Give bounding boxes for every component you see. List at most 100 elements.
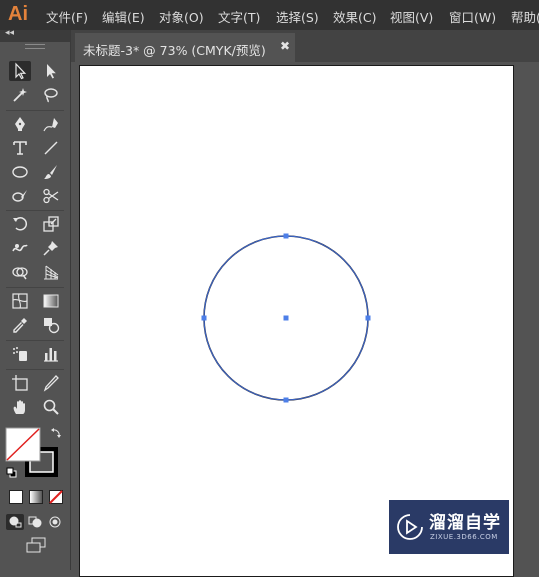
direct-selection-tool[interactable] xyxy=(40,61,62,81)
line-segment-tool[interactable] xyxy=(40,138,62,158)
menu-object[interactable]: 对象(O) xyxy=(159,7,204,26)
menu-view[interactable]: 视图(V) xyxy=(390,7,433,26)
type-tool[interactable] xyxy=(9,138,31,158)
warp-tool-icon xyxy=(12,244,28,252)
zoom-tool[interactable] xyxy=(40,397,62,417)
hand-tool[interactable] xyxy=(9,397,31,417)
slice-tool[interactable] xyxy=(40,373,62,393)
color-mode-button[interactable] xyxy=(9,490,23,504)
tools-panel-header: ◂◂ xyxy=(0,28,70,42)
menu-type[interactable]: 文字(T) xyxy=(218,7,260,26)
anchor-point-right[interactable] xyxy=(365,315,371,321)
swap-colors-icon[interactable] xyxy=(51,428,61,438)
symbol-sprayer-tool[interactable] xyxy=(9,344,31,364)
artboard-tool[interactable] xyxy=(9,373,31,393)
line-segment-tool-icon xyxy=(44,141,58,155)
toolbar-divider xyxy=(6,110,64,111)
shape-builder-tool[interactable] xyxy=(9,262,31,282)
toolbar-divider xyxy=(6,210,64,211)
draw-normal-button[interactable] xyxy=(6,514,24,530)
none-mode-button[interactable] xyxy=(49,490,63,504)
column-graph-tool[interactable] xyxy=(40,344,62,364)
mesh-tool-icon xyxy=(12,293,28,309)
draw-inside-button[interactable] xyxy=(47,514,65,530)
document-tab-title: 未标题-3* @ 73% (CMYK/预览) xyxy=(83,43,266,58)
scale-tool-icon xyxy=(43,216,59,232)
symbol-sprayer-tool-icon xyxy=(13,347,27,361)
paintbrush-tool[interactable] xyxy=(40,162,62,182)
shaper-tool-icon xyxy=(12,190,27,202)
gradient-tool-icon xyxy=(43,294,59,308)
lasso-tool[interactable] xyxy=(40,85,62,105)
draw-normal-icon xyxy=(9,516,22,528)
default-colors-icon[interactable] xyxy=(6,467,17,478)
ellipse-tool[interactable] xyxy=(9,162,31,182)
selection-tool[interactable] xyxy=(9,61,31,81)
draw-behind-icon xyxy=(28,516,42,528)
menu-select[interactable]: 选择(S) xyxy=(276,7,319,26)
lasso-tool-icon xyxy=(44,88,58,103)
ellipse-tool-icon xyxy=(12,166,28,178)
mesh-tool[interactable] xyxy=(9,291,31,311)
puppet-warp-tool-icon xyxy=(43,241,58,256)
shaper-tool[interactable] xyxy=(9,186,31,206)
canvas-area[interactable] xyxy=(71,62,539,577)
draw-inside-icon xyxy=(49,516,61,528)
panel-grip[interactable] xyxy=(25,44,45,49)
menu-file[interactable]: 文件(F) xyxy=(46,7,88,26)
blend-tool[interactable] xyxy=(40,315,62,335)
pen-tool-icon xyxy=(15,117,25,131)
selection-tool-icon xyxy=(15,62,27,80)
hand-tool-icon xyxy=(13,400,25,414)
screen-mode-icon xyxy=(26,537,46,553)
menu-edit[interactable]: 编辑(E) xyxy=(102,7,145,26)
scissors-tool-icon xyxy=(43,188,59,204)
rotate-tool-icon xyxy=(13,217,28,231)
menu-bar: Ai 文件(F) 编辑(E) 对象(O) 文字(T) 选择(S) 效果(C) 视… xyxy=(0,0,539,30)
watermark-badge: 溜溜自学 ZIXUE.3D66.COM xyxy=(389,500,509,554)
gradient-tool[interactable] xyxy=(40,291,62,311)
menu-help[interactable]: 帮助( xyxy=(511,7,539,26)
perspective-grid-tool[interactable] xyxy=(40,262,62,282)
toolbar-divider xyxy=(6,287,64,288)
curvature-tool[interactable] xyxy=(40,114,62,134)
blend-tool-icon xyxy=(44,318,60,334)
pen-tool[interactable] xyxy=(9,114,31,134)
menu-window[interactable]: 窗口(W) xyxy=(449,7,496,26)
curvature-tool-icon xyxy=(43,118,58,132)
magic-wand-tool-icon xyxy=(13,88,27,102)
watermark-url: ZIXUE.3D66.COM xyxy=(430,533,498,541)
slice-tool-icon xyxy=(43,375,59,392)
anchor-point-left[interactable] xyxy=(201,315,207,321)
column-graph-tool-icon xyxy=(44,348,58,362)
warp-tool[interactable] xyxy=(9,238,31,258)
center-point[interactable] xyxy=(283,315,289,321)
app-logo: Ai xyxy=(8,3,28,25)
draw-behind-button[interactable] xyxy=(27,514,45,530)
anchor-point-bottom[interactable] xyxy=(283,397,289,403)
screen-mode-button[interactable] xyxy=(25,536,47,554)
scale-tool[interactable] xyxy=(40,214,62,234)
play-logo-icon xyxy=(397,514,423,540)
anchor-point-top[interactable] xyxy=(283,233,289,239)
zoom-tool-icon xyxy=(43,399,59,415)
puppet-warp-tool[interactable] xyxy=(40,238,62,258)
rotate-tool[interactable] xyxy=(9,214,31,234)
scissors-tool[interactable] xyxy=(40,186,62,206)
collapse-panel-icon[interactable]: ◂◂ xyxy=(5,28,14,38)
menu-effect[interactable]: 效果(C) xyxy=(333,7,376,26)
close-icon[interactable]: ✖ xyxy=(280,39,290,53)
fill-stroke-widget[interactable] xyxy=(4,426,66,482)
direct-selection-tool-icon xyxy=(47,64,56,79)
tools-panel: ◂◂ xyxy=(0,28,71,570)
shape-builder-tool-icon xyxy=(12,267,28,280)
type-tool-icon xyxy=(13,141,27,155)
eyedropper-tool-icon xyxy=(13,318,27,333)
artboard-tool-icon xyxy=(12,375,28,391)
perspective-grid-tool-icon xyxy=(44,265,59,280)
magic-wand-tool[interactable] xyxy=(9,85,31,105)
paintbrush-tool-icon xyxy=(44,165,57,179)
document-tab[interactable]: 未标题-3* @ 73% (CMYK/预览) ✖ xyxy=(75,33,295,62)
gradient-mode-button[interactable] xyxy=(29,490,43,504)
eyedropper-tool[interactable] xyxy=(9,315,31,335)
